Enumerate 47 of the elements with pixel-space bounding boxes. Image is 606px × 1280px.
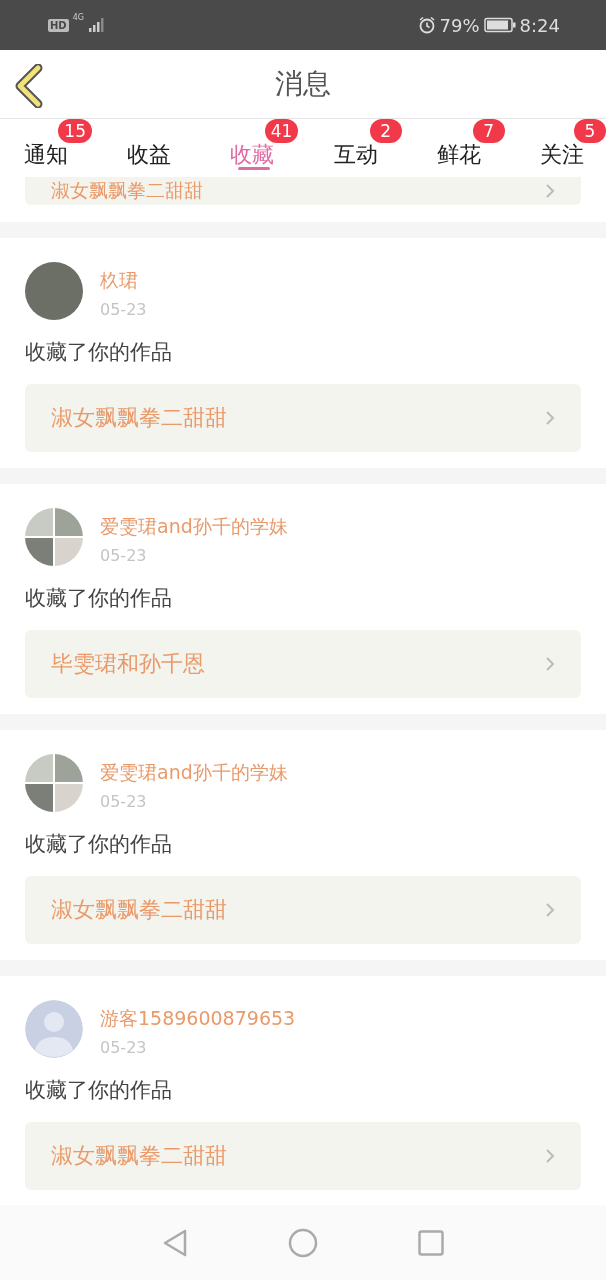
chevron-icon (545, 1148, 555, 1164)
home-icon[interactable] (288, 1227, 318, 1258)
message-text: 收藏了你的作品 (25, 831, 173, 858)
date-label: 05-23 (100, 300, 147, 319)
count-badge: 5 (573, 119, 606, 143)
hd-icon: HD (48, 18, 69, 32)
chevron-icon (545, 183, 555, 199)
recents-icon[interactable] (418, 1229, 444, 1256)
work-link[interactable]: 淑女飘飘拳二甜甜 (25, 1122, 581, 1190)
avatar-icon (25, 1000, 83, 1058)
avatar-photo (25, 262, 83, 320)
tab[interactable]: 关注 5 (539, 119, 606, 177)
date-label: 05-23 (100, 1038, 148, 1057)
chevron-icon (545, 656, 555, 672)
tab[interactable]: 通知 15 (24, 119, 92, 177)
tab[interactable]: 鲜花 7 (436, 119, 505, 177)
work-link[interactable]: 淑女飘飘拳二甜甜 (25, 876, 581, 944)
back-icon[interactable] (162, 1228, 188, 1257)
tab[interactable]: 收藏 41 (230, 119, 299, 177)
work-link[interactable]: 淑女飘飘拳二甜甜 (25, 384, 581, 452)
page-title: 消息 (275, 66, 331, 102)
tab[interactable]: 收益 (127, 119, 196, 177)
user-name[interactable]: 爱雯珺and孙千的学妹 (100, 760, 288, 786)
chevron-icon (545, 902, 555, 918)
date-label: 05-23 (100, 546, 148, 565)
battery-percent: 79% (439, 14, 480, 36)
count-badge: 2 (369, 119, 402, 143)
tab[interactable]: 互动 2 (333, 119, 402, 177)
user-name[interactable]: 爱雯珺and孙千的学妹 (100, 514, 288, 540)
message-text: 收藏了你的作品 (25, 1077, 173, 1104)
work-link[interactable]: 淑女飘飘拳二甜甜 (25, 177, 581, 205)
work-link[interactable]: 毕雯珺和孙千恩 (25, 630, 581, 698)
chevron-icon (545, 410, 555, 426)
signal-icon (87, 17, 106, 33)
date-label: 05-23 (100, 792, 148, 811)
user-name[interactable]: 杦珺 (100, 268, 147, 294)
count-badge: 15 (58, 119, 92, 143)
count-badge: 7 (472, 119, 505, 143)
message-text: 收藏了你的作品 (25, 339, 173, 366)
count-badge: 41 (264, 119, 299, 143)
back-button[interactable] (14, 64, 44, 111)
clock-time: 8:24 (519, 14, 560, 36)
user-name[interactable]: 游客1589600879653 (100, 1006, 296, 1032)
battery-icon (483, 17, 516, 33)
message-text: 收藏了你的作品 (25, 585, 173, 612)
network-label: 4G (72, 13, 84, 22)
alarm-icon (417, 16, 436, 34)
